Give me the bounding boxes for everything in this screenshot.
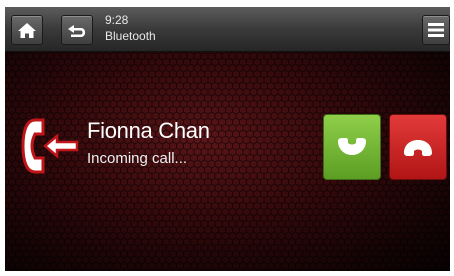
- status-clock: 9:28 Bluetooth: [105, 13, 156, 45]
- caller-name: Fionna Chan: [87, 118, 210, 143]
- menu-button[interactable]: [422, 15, 450, 45]
- home-icon: [18, 23, 36, 38]
- home-button[interactable]: [11, 15, 43, 45]
- back-button[interactable]: [61, 15, 93, 45]
- reject-call-button[interactable]: [389, 114, 447, 180]
- time-text: 9:28: [105, 13, 129, 27]
- header-bar: 9:28 Bluetooth: [5, 7, 450, 52]
- call-status: Incoming call...: [87, 150, 188, 167]
- phone-reject-icon: [404, 140, 432, 156]
- accept-call-button[interactable]: [323, 114, 381, 180]
- menu-icon: [428, 23, 444, 37]
- back-icon: [68, 25, 86, 37]
- source-text: Bluetooth: [105, 29, 156, 43]
- bluetooth-call-screen: 9:28 Bluetooth Fionna Chan Incoming call…: [5, 7, 450, 271]
- call-panel: Fionna Chan Incoming call...: [5, 52, 450, 271]
- phone-accept-icon: [338, 138, 366, 155]
- incoming-call-icon: [21, 118, 79, 174]
